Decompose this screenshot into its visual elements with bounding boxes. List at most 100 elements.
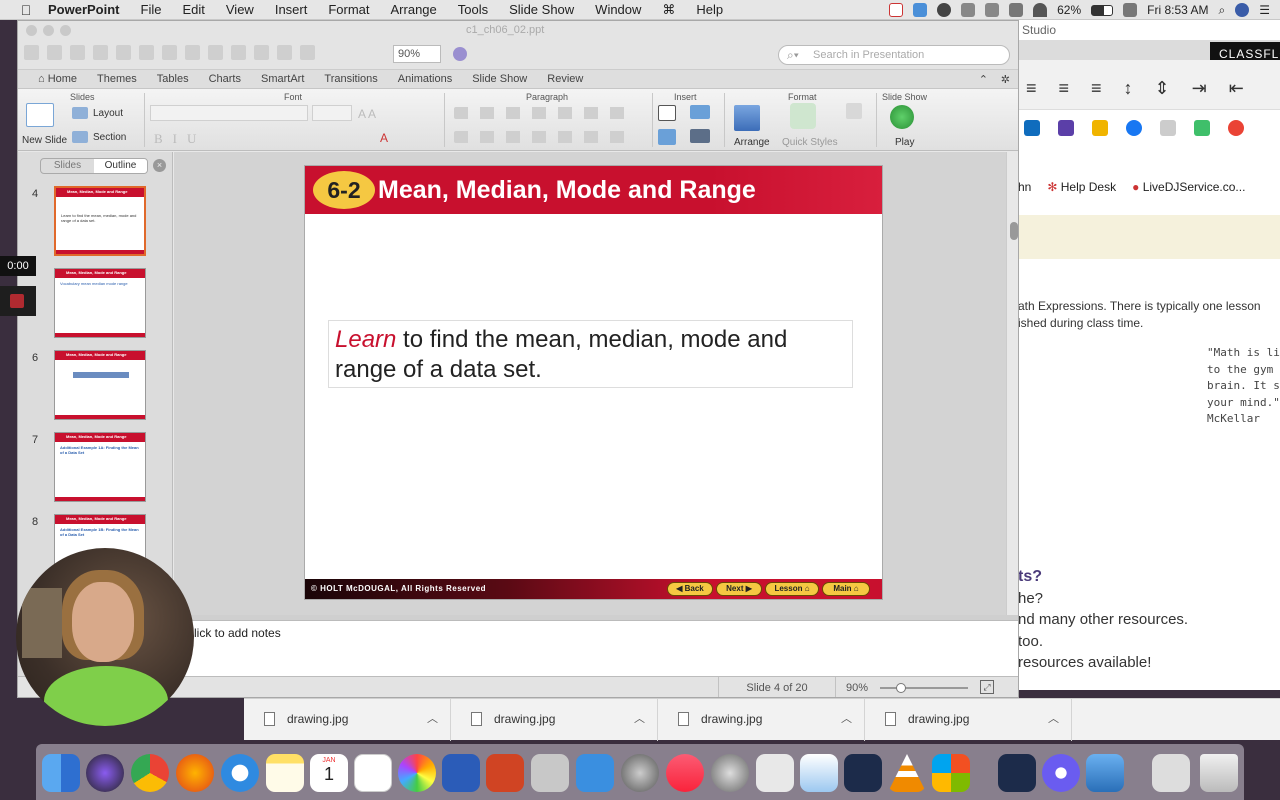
finder-icon[interactable] xyxy=(42,754,80,792)
menu-window[interactable]: Window xyxy=(595,2,641,17)
notification-center-icon[interactable]: ☰ xyxy=(1259,3,1270,17)
download-item[interactable]: drawing.jpg ︿ xyxy=(658,699,865,741)
screen-sharing-icon[interactable] xyxy=(1152,754,1190,792)
menu-insert[interactable]: Insert xyxy=(275,2,308,17)
next-button[interactable]: Next ▶ xyxy=(716,582,762,596)
tab-slides[interactable]: Slides xyxy=(41,159,94,173)
indent-icon[interactable]: ⇥ xyxy=(1192,78,1207,99)
bookmark-item[interactable]: hn xyxy=(1018,180,1031,194)
system-preferences-icon[interactable] xyxy=(711,754,749,792)
textedit-icon[interactable] xyxy=(576,754,614,792)
notes-icon[interactable] xyxy=(266,754,304,792)
minimize-window-icon[interactable] xyxy=(43,25,54,36)
help-icon[interactable] xyxy=(453,47,467,61)
align-center-icon[interactable]: ≡ xyxy=(1059,78,1070,99)
format-painter-icon[interactable] xyxy=(208,45,223,60)
close-pane-icon[interactable]: × xyxy=(153,159,166,172)
tab-charts[interactable]: Charts xyxy=(209,73,261,85)
font-size-buttons[interactable]: A A xyxy=(358,107,376,121)
tab-themes[interactable]: Themes xyxy=(97,73,157,85)
bookmark-icon[interactable] xyxy=(1160,120,1176,136)
media-icon[interactable] xyxy=(300,45,315,60)
vertical-scrollbar[interactable] xyxy=(1006,152,1018,615)
tab-tables[interactable]: Tables xyxy=(157,73,209,85)
siri-icon[interactable] xyxy=(86,754,124,792)
stop-icon[interactable] xyxy=(889,3,904,17)
arrange-button[interactable]: Arrange xyxy=(734,137,770,148)
script-editor-icon[interactable] xyxy=(531,754,569,792)
tab-slide-show[interactable]: Slide Show xyxy=(472,73,547,85)
align-left-icon[interactable]: ≡ xyxy=(1026,78,1037,99)
battery-icon[interactable] xyxy=(1091,4,1114,16)
list-buttons[interactable] xyxy=(454,107,634,119)
slide-thumbnail[interactable]: Mean, Median, Mode and Range Vocabulary … xyxy=(18,268,168,342)
zoom-slider[interactable] xyxy=(880,683,968,693)
section-button[interactable]: Section xyxy=(93,132,126,143)
new-slide-button[interactable]: New Slide xyxy=(22,135,67,146)
remote-desktop-icon[interactable] xyxy=(998,754,1036,792)
paste-icon[interactable] xyxy=(185,45,200,60)
redo-icon[interactable] xyxy=(254,45,269,60)
quick-styles-button[interactable]: Quick Styles xyxy=(782,137,838,148)
download-item[interactable]: drawing.jpg ︿ xyxy=(865,699,1072,741)
screenshot-icon[interactable] xyxy=(756,754,794,792)
current-slide[interactable]: 6-2 Mean, Median, Mode and Range Learn t… xyxy=(305,166,882,599)
bookmark-livedj[interactable]: ● LiveDJService.co... xyxy=(1132,180,1245,194)
close-window-icon[interactable] xyxy=(26,25,37,36)
copy-icon[interactable] xyxy=(162,45,177,60)
menu-slide-show[interactable]: Slide Show xyxy=(509,2,574,17)
shape-icon[interactable] xyxy=(658,129,676,145)
slides-icon[interactable] xyxy=(1092,120,1108,136)
media-insert-icon[interactable] xyxy=(690,129,710,143)
slide-title[interactable]: Mean, Median, Mode and Range xyxy=(378,176,756,205)
picture-icon[interactable] xyxy=(690,105,710,119)
remote-icon[interactable] xyxy=(844,754,882,792)
tab-home[interactable]: ⌂ Home xyxy=(18,73,97,85)
menu-format[interactable]: Format xyxy=(328,2,369,17)
safari-icon[interactable] xyxy=(221,754,259,792)
arrange-icon[interactable] xyxy=(734,105,760,131)
airplay-icon[interactable] xyxy=(1009,3,1024,17)
gallery-icon[interactable] xyxy=(277,45,292,60)
keyboard-icon[interactable] xyxy=(1123,3,1138,17)
tab-smartart[interactable]: SmartArt xyxy=(261,73,324,85)
tab-transitions[interactable]: Transitions xyxy=(324,73,397,85)
firefox-icon[interactable] xyxy=(176,754,214,792)
clock[interactable]: Fri 8:53 AM xyxy=(1147,3,1208,17)
notes-pane[interactable]: lick to add notes xyxy=(174,620,1018,676)
save-icon[interactable] xyxy=(93,45,108,60)
print-icon[interactable] xyxy=(116,45,131,60)
play-button[interactable]: Play xyxy=(895,137,914,148)
printer-icon[interactable] xyxy=(985,3,1000,17)
open-icon[interactable] xyxy=(70,45,85,60)
browser-tab-title[interactable]: Studio xyxy=(1022,23,1056,37)
user-avatar-icon[interactable] xyxy=(1235,3,1250,17)
word-icon[interactable] xyxy=(442,754,480,792)
search-input[interactable]: ⌕▾ Search in Presentation xyxy=(778,45,1010,65)
menu-view[interactable]: View xyxy=(226,2,254,17)
templates-icon[interactable] xyxy=(47,45,62,60)
spotlight-icon[interactable]: ⌕ xyxy=(1219,3,1226,18)
spacing-icon[interactable]: ⇕ xyxy=(1155,78,1170,99)
apple-menu-icon[interactable]:  xyxy=(16,2,36,18)
download-item[interactable]: drawing.jpg ︿ xyxy=(244,699,451,741)
zoom-combo[interactable]: 90% xyxy=(393,45,441,63)
fit-window-icon[interactable]: ⤢ xyxy=(980,680,994,694)
slide-thumbnail[interactable]: 4 Mean, Median, Mode and Range Learn to … xyxy=(18,186,168,260)
undo-icon[interactable] xyxy=(231,45,246,60)
tab-review[interactable]: Review xyxy=(547,73,603,85)
vlc-icon[interactable] xyxy=(888,754,926,792)
settings-icon[interactable] xyxy=(1042,754,1080,792)
download-item[interactable]: drawing.jpg ︿ xyxy=(451,699,658,741)
collapse-ribbon-icon[interactable]: ⌃ xyxy=(979,73,988,86)
wifi-icon[interactable] xyxy=(1033,3,1048,17)
slide-thumbnail[interactable]: 7 Mean, Median, Mode and Range Additiona… xyxy=(18,432,168,506)
preview-icon[interactable] xyxy=(800,754,838,792)
photos-icon[interactable] xyxy=(398,754,436,792)
chevron-up-icon[interactable]: ︿ xyxy=(1048,710,1059,726)
chevron-up-icon[interactable]: ︿ xyxy=(841,710,852,726)
menu-arrange[interactable]: Arrange xyxy=(391,2,437,17)
quick-styles-icon[interactable] xyxy=(790,103,816,129)
font-format-buttons[interactable]: BIU xyxy=(154,131,206,147)
text-box-icon[interactable] xyxy=(658,105,676,121)
